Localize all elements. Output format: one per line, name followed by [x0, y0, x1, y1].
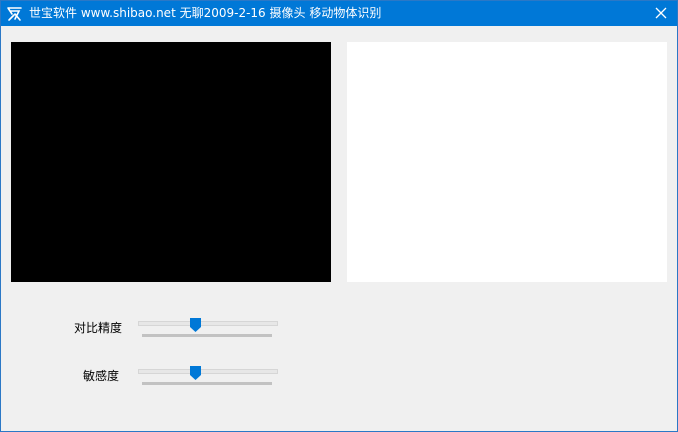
sensitivity-label: 敏感度: [83, 369, 120, 383]
window-title: 世宝软件 www.shibao.net 无聊2009-2-16 摄像头 移动物体…: [29, 6, 382, 20]
slider-thumb[interactable]: [190, 365, 201, 380]
slider-thumb[interactable]: [190, 317, 201, 332]
main-window: 世宝软件 www.shibao.net 无聊2009-2-16 摄像头 移动物体…: [0, 0, 678, 432]
contrast-slider[interactable]: [138, 317, 278, 343]
slider-track: [138, 369, 278, 374]
close-button[interactable]: [645, 1, 677, 26]
detection-preview: [347, 42, 667, 282]
contrast-label: 对比精度: [74, 321, 123, 335]
close-icon: [655, 4, 667, 23]
app-logo-icon: [6, 5, 23, 22]
camera-preview: [11, 42, 331, 282]
sensitivity-slider[interactable]: [138, 365, 278, 391]
slider-tick-bar: [142, 334, 272, 337]
slider-tick-bar: [142, 382, 272, 385]
slider-track: [138, 321, 278, 326]
title-bar[interactable]: 世宝软件 www.shibao.net 无聊2009-2-16 摄像头 移动物体…: [1, 1, 677, 26]
